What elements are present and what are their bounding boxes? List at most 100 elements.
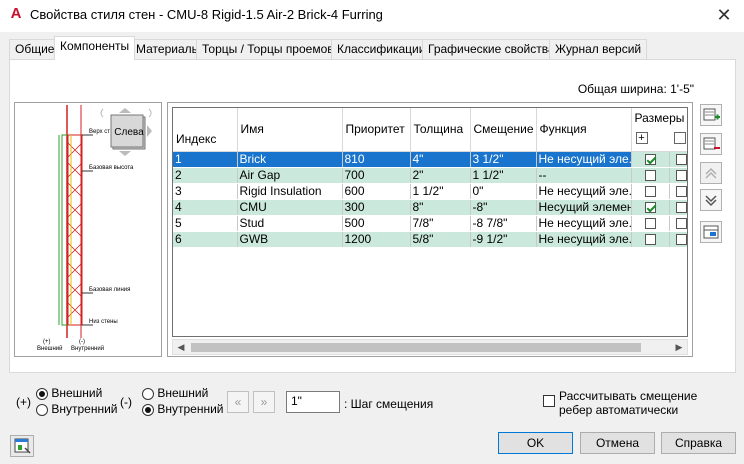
auto-offset-checkbox[interactable]: [543, 395, 555, 407]
cell-dimension[interactable]: [631, 151, 670, 168]
cell-dimension[interactable]: [631, 215, 670, 232]
view-cube-label[interactable]: Слева: [113, 127, 145, 138]
remove-component-button[interactable]: [700, 133, 722, 155]
tab-materials[interactable]: Материалы: [130, 39, 207, 59]
cell-index[interactable]: 3: [173, 183, 238, 200]
scrollbar-thumb[interactable]: [191, 343, 641, 352]
table-row[interactable]: 2 Air Gap 700 2" 1 1/2" --: [173, 167, 687, 184]
extra-checkbox[interactable]: [675, 169, 687, 181]
col-offset[interactable]: Смещение: [470, 108, 537, 152]
cell-function[interactable]: Не несущий эле...: [536, 231, 632, 248]
col-thickness[interactable]: Толщина: [410, 108, 471, 152]
cell-name[interactable]: Brick: [237, 151, 343, 168]
table-row[interactable]: 6 GWB 1200 5/8" -9 1/2" Не несущий эле...: [173, 231, 687, 248]
extra-checkbox[interactable]: [675, 217, 687, 229]
components-grid[interactable]: Индекс Имя Приоритет Толщина Смещение Фу…: [167, 102, 693, 357]
cell-dimension[interactable]: [631, 167, 670, 184]
cell-function[interactable]: Несущий элемент: [536, 199, 632, 216]
cell-index[interactable]: 1: [173, 151, 238, 168]
cell-offset[interactable]: -9 1/2": [470, 231, 537, 248]
scroll-left-icon[interactable]: ◀: [173, 340, 189, 354]
extra-checkbox[interactable]: [675, 185, 687, 197]
tab-endcaps[interactable]: Торцы / Торцы проемов: [196, 39, 340, 59]
table-row[interactable]: 4 CMU 300 8" -8" Несущий элемент: [173, 199, 687, 216]
auto-offset-label[interactable]: Рассчитывать смещение ребер автоматическ…: [559, 389, 697, 417]
radio-interior-1[interactable]: Внутренний: [36, 402, 117, 416]
col-priority[interactable]: Приоритет: [342, 108, 411, 152]
cell-function[interactable]: Не несущий эле...: [536, 151, 632, 168]
cell-name[interactable]: Stud: [237, 215, 343, 232]
dimension-expand-icon[interactable]: +: [635, 132, 648, 144]
col-dimensions[interactable]: Размеры +: [631, 108, 687, 152]
cell-name[interactable]: GWB: [237, 231, 343, 248]
col-name[interactable]: Имя: [237, 108, 343, 152]
cell-index[interactable]: 4: [173, 199, 238, 216]
extra-checkbox[interactable]: [675, 233, 687, 245]
col-index[interactable]: Индекс: [173, 108, 238, 152]
cell-index[interactable]: 2: [173, 167, 238, 184]
cell-thickness[interactable]: 5/8": [410, 231, 471, 248]
cell-name[interactable]: Rigid Insulation: [237, 183, 343, 200]
cell-extra[interactable]: [669, 151, 687, 168]
cell-name[interactable]: Air Gap: [237, 167, 343, 184]
offset-left-button[interactable]: «: [227, 391, 249, 413]
dimension-checkbox[interactable]: [644, 185, 656, 197]
wall-preview[interactable]: Слева Верх ст Базовая высота Базовая лин…: [14, 102, 162, 357]
col-function[interactable]: Функция: [536, 108, 632, 152]
dimension-checkbox[interactable]: [644, 153, 656, 165]
cell-offset[interactable]: 1 1/2": [470, 167, 537, 184]
style-manager-button[interactable]: [10, 435, 34, 457]
cell-offset[interactable]: 3 1/2": [470, 151, 537, 168]
move-up-button[interactable]: [700, 162, 722, 184]
components-table[interactable]: Индекс Имя Приоритет Толщина Смещение Фу…: [173, 108, 687, 248]
add-component-button[interactable]: [700, 104, 722, 126]
cell-priority[interactable]: 300: [342, 199, 411, 216]
dimension-checkbox[interactable]: [644, 201, 656, 213]
table-row[interactable]: 3 Rigid Insulation 600 1 1/2" 0" Не несущий э…: [173, 183, 687, 200]
cell-extra[interactable]: [669, 199, 687, 216]
radio-interior-2[interactable]: Внутренний: [142, 402, 223, 416]
scroll-right-icon[interactable]: ▶: [671, 340, 687, 354]
cell-extra[interactable]: [669, 167, 687, 184]
cell-priority[interactable]: 810: [342, 151, 411, 168]
cell-extra[interactable]: [669, 215, 687, 232]
offset-step-input[interactable]: 1": [286, 391, 340, 413]
table-row[interactable]: 1 Brick 810 4" 3 1/2" Не несущий эле...: [173, 151, 687, 168]
table-row[interactable]: 5 Stud 500 7/8" -8 7/8" Не несущий эле...: [173, 215, 687, 232]
cell-thickness[interactable]: 4": [410, 151, 471, 168]
horizontal-scrollbar[interactable]: ◀ ▶: [172, 339, 688, 355]
cell-offset[interactable]: -8 7/8": [470, 215, 537, 232]
cell-extra[interactable]: [669, 183, 687, 200]
help-button[interactable]: Справка: [661, 432, 736, 454]
move-down-button[interactable]: [700, 189, 722, 211]
ok-button[interactable]: OK: [498, 432, 573, 454]
tab-general[interactable]: Общие: [9, 39, 61, 59]
radio-exterior-1[interactable]: Внешний: [36, 386, 102, 400]
cell-thickness[interactable]: 8": [410, 199, 471, 216]
cell-offset[interactable]: 0": [470, 183, 537, 200]
cell-priority[interactable]: 500: [342, 215, 411, 232]
cell-priority[interactable]: 600: [342, 183, 411, 200]
cell-index[interactable]: 6: [173, 231, 238, 248]
tab-display-properties[interactable]: Графические свойства: [422, 39, 561, 59]
cancel-button[interactable]: Отмена: [580, 432, 655, 454]
cell-priority[interactable]: 700: [342, 167, 411, 184]
cell-function[interactable]: Не несущий эле...: [536, 183, 632, 200]
extra-checkbox[interactable]: [675, 153, 687, 165]
cell-function[interactable]: --: [536, 167, 632, 184]
tab-components[interactable]: Компоненты: [54, 36, 136, 60]
cell-thickness[interactable]: 2": [410, 167, 471, 184]
extra-checkbox[interactable]: [675, 201, 687, 213]
tab-version-history[interactable]: Журнал версий: [549, 39, 648, 59]
offset-right-button[interactable]: »: [253, 391, 275, 413]
cell-extra[interactable]: [669, 231, 687, 248]
cell-function[interactable]: Не несущий эле...: [536, 215, 632, 232]
radio-exterior-2[interactable]: Внешний: [142, 386, 208, 400]
dimension-checkbox[interactable]: [644, 217, 656, 229]
cell-priority[interactable]: 1200: [342, 231, 411, 248]
dimension-checkbox[interactable]: [644, 169, 656, 181]
cell-dimension[interactable]: [631, 199, 670, 216]
tab-classifications[interactable]: Классификации: [331, 39, 432, 59]
cell-name[interactable]: CMU: [237, 199, 343, 216]
cell-thickness[interactable]: 1 1/2": [410, 183, 471, 200]
